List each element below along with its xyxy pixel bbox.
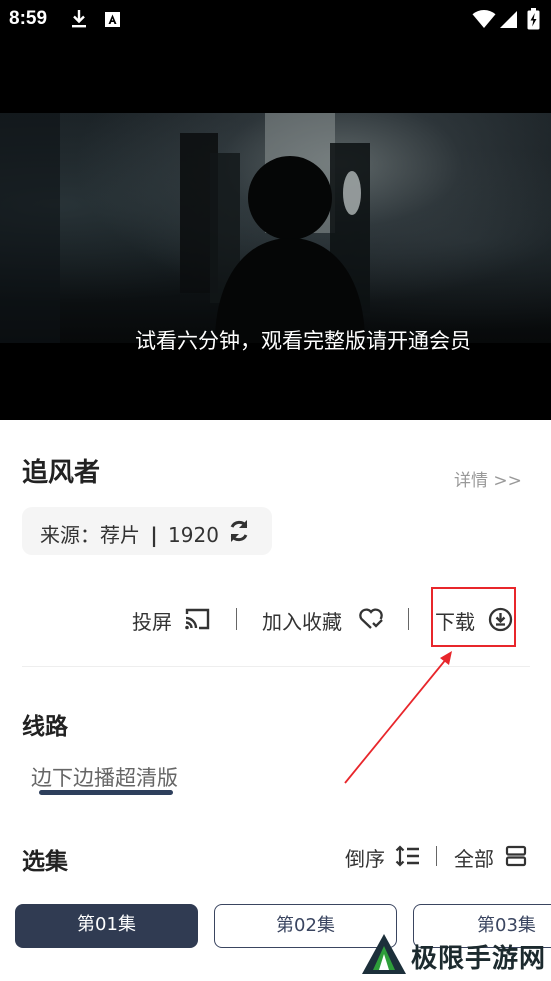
source-year: 1920	[168, 523, 219, 547]
favorite-label: 加入收藏	[262, 610, 342, 634]
sort-icon[interactable]	[395, 845, 421, 867]
video-frame	[0, 113, 551, 343]
status-time: 8:59	[9, 8, 48, 29]
heart-icon[interactable]	[358, 607, 384, 631]
source-separator: |	[150, 523, 158, 547]
cast-button[interactable]: 投屏	[132, 606, 172, 635]
battery-charging-icon	[527, 8, 540, 30]
refresh-icon[interactable]	[227, 518, 251, 544]
favorite-button[interactable]: 加入收藏	[262, 606, 342, 635]
video-title: 追风者	[22, 458, 101, 488]
app-notification-icon	[105, 12, 120, 27]
episodes-separator	[436, 846, 437, 866]
episodes-section-title: 选集	[22, 849, 68, 875]
section-divider	[22, 666, 530, 667]
route-option-selected[interactable]: 边下边播超清版	[31, 762, 178, 792]
cast-label: 投屏	[132, 610, 172, 634]
cast-icon[interactable]	[184, 607, 211, 631]
watermark-text: 极限手游网	[411, 944, 547, 974]
video-scene	[0, 113, 370, 343]
route-section-title: 线路	[22, 714, 68, 740]
source-text: 来源：荐片 | 1920	[40, 519, 219, 548]
video-subtitle: 试看六分钟，观看完整版请开通会员	[135, 329, 471, 353]
download-highlight-box	[431, 587, 516, 647]
action-separator	[408, 608, 409, 630]
watermark-logo-icon	[362, 934, 406, 974]
video-player[interactable]: 试看六分钟，观看完整版请开通会员	[0, 40, 551, 420]
all-label: 全部	[454, 847, 494, 871]
sort-order-button[interactable]: 倒序	[345, 843, 385, 872]
details-link[interactable]: 详情 >>	[454, 466, 522, 491]
source-label: 来源：荐片	[40, 523, 140, 547]
watermark: 极限手游网	[358, 930, 548, 978]
episode-button-1[interactable]: 第01集	[15, 904, 198, 948]
grid-list-icon[interactable]	[505, 845, 527, 867]
all-episodes-button[interactable]: 全部	[454, 843, 494, 872]
source-selector[interactable]: 来源：荐片 | 1920	[22, 507, 272, 555]
status-bar: 8:59	[0, 0, 551, 40]
route-selected-indicator	[39, 790, 173, 795]
download-status-icon	[72, 10, 86, 28]
cellular-signal-icon	[500, 11, 517, 28]
sort-label: 倒序	[345, 847, 385, 871]
wifi-icon	[472, 10, 496, 28]
action-separator	[236, 608, 237, 630]
